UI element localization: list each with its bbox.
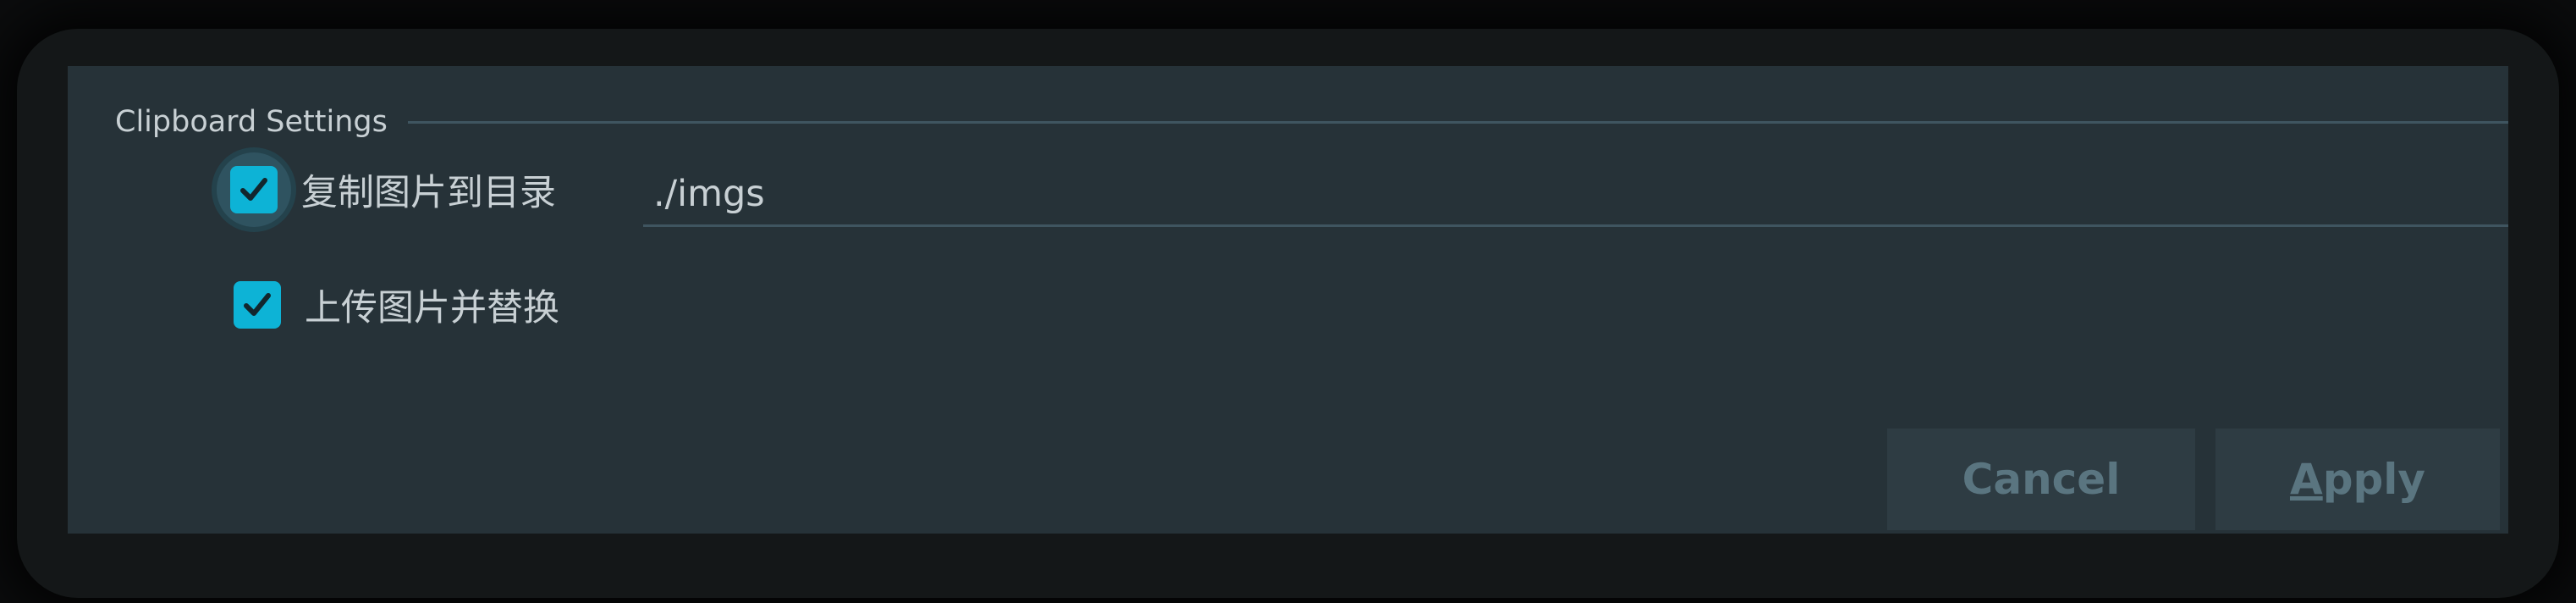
apply-mnemonic: A xyxy=(2289,455,2323,504)
image-directory-input[interactable] xyxy=(643,163,2508,227)
checkmark-icon xyxy=(244,293,271,316)
section-title: Clipboard Settings xyxy=(115,105,388,139)
copy-images-checkbox[interactable] xyxy=(230,166,278,213)
copy-images-checkbox-focus[interactable] xyxy=(217,152,291,227)
copy-images-option[interactable]: 复制图片到目录 xyxy=(217,152,556,227)
cancel-button[interactable]: Cancel xyxy=(1887,429,2195,530)
upload-replace-checkbox[interactable] xyxy=(234,281,281,329)
checkmark-icon xyxy=(240,178,267,201)
section-header: Clipboard Settings xyxy=(115,97,2508,147)
upload-replace-option[interactable]: 上传图片并替换 xyxy=(234,278,559,332)
apply-button[interactable]: Apply xyxy=(2215,429,2500,530)
upload-replace-label: 上传图片并替换 xyxy=(305,287,559,329)
clipboard-settings-dialog: Clipboard Settings 复制图片到目录 上传图片并替换 Cance… xyxy=(68,66,2508,534)
section-divider xyxy=(407,120,2508,124)
copy-images-label: 复制图片到目录 xyxy=(301,172,556,214)
apply-label-rest: pply xyxy=(2322,455,2426,504)
